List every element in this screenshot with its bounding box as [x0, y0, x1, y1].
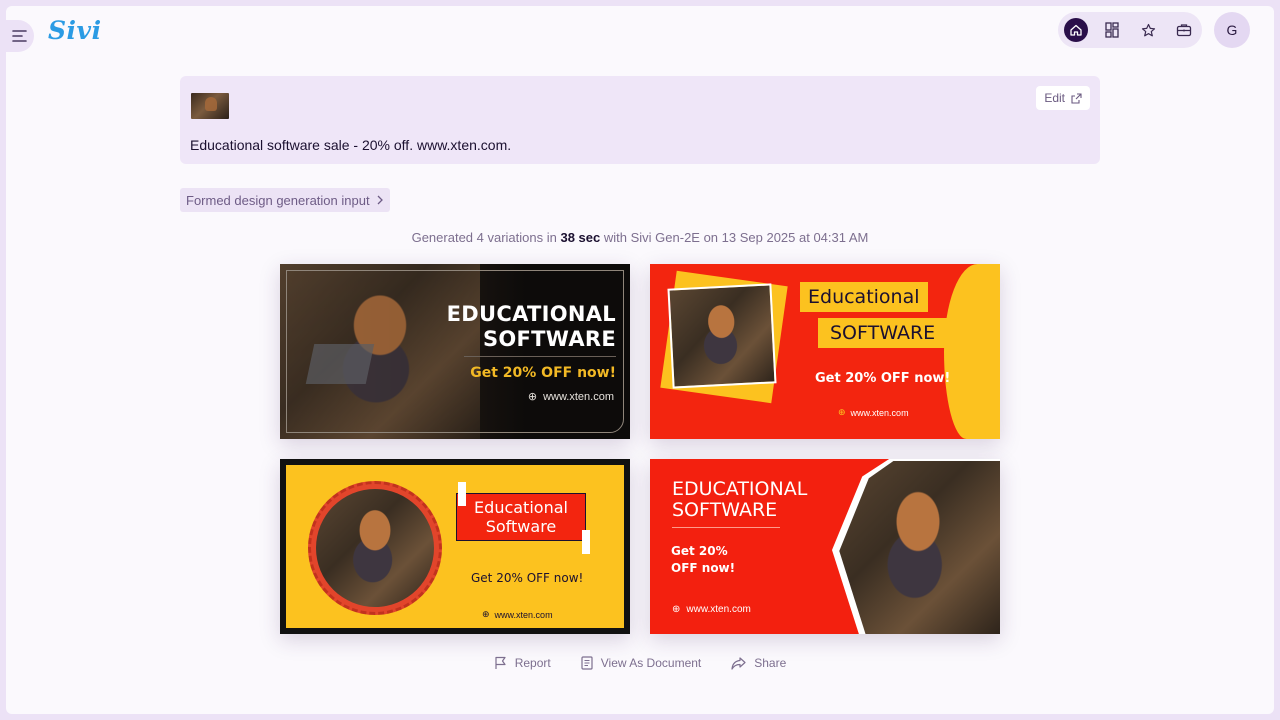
- banner-title-line1: EDUCATIONAL: [446, 302, 616, 326]
- menu-button[interactable]: [6, 20, 34, 52]
- prompt-card: Educational software sale - 20% off. www…: [180, 76, 1100, 164]
- globe-icon: ⊕: [838, 407, 846, 417]
- home-button[interactable]: [1064, 18, 1088, 42]
- design-variation-1[interactable]: EDUCATIONAL SOFTWARE Get 20% OFF now! ⊕ …: [280, 264, 630, 439]
- prompt-text: Educational software sale - 20% off. www…: [190, 137, 512, 153]
- edit-button[interactable]: Edit: [1036, 86, 1090, 110]
- banner-background: Educational Software Get 20% OFF now! ⊕ …: [286, 465, 624, 628]
- formed-input-label: Formed design generation input: [186, 192, 370, 208]
- banner-offer: Get 20% OFF now!: [671, 543, 735, 577]
- menu-icon: [12, 30, 27, 42]
- design-variation-2[interactable]: Educational SOFTWARE Get 20% OFF now! ⊕ …: [650, 264, 1000, 439]
- star-icon: [1141, 23, 1155, 36]
- external-link-icon: [1071, 92, 1082, 104]
- banner-accent-bar: [582, 530, 590, 554]
- templates-button[interactable]: [1100, 18, 1124, 42]
- share-icon: [731, 656, 746, 670]
- user-avatar[interactable]: G: [1214, 12, 1250, 48]
- banner-url: ⊕ www.xten.com: [672, 604, 751, 615]
- banner-url: ⊕ www.xten.com: [838, 407, 909, 418]
- brand-kit-button[interactable]: [1172, 18, 1196, 42]
- generation-prefix: Generated 4 variations in: [411, 230, 557, 245]
- banner-divider: [672, 527, 780, 528]
- grid-icon: [1105, 22, 1119, 38]
- top-nav: [1058, 12, 1202, 48]
- banner-title-line2: SOFTWARE: [672, 499, 778, 521]
- report-button[interactable]: Report: [494, 656, 551, 670]
- edit-label: Edit: [1044, 91, 1065, 105]
- banner-url-text: www.xten.com: [850, 407, 909, 418]
- view-as-document-button[interactable]: View As Document: [581, 656, 702, 670]
- app-logo[interactable]: Sivi: [48, 16, 102, 45]
- globe-icon: ⊕: [482, 609, 490, 619]
- home-icon: [1070, 24, 1082, 36]
- banner-title-line2: SOFTWARE: [818, 318, 948, 348]
- report-label: Report: [514, 656, 551, 670]
- banner-accent-bar: [458, 482, 466, 506]
- generation-suffix: with Sivi Gen-2E on 13 Sep 2025 at 04:31…: [603, 230, 869, 245]
- banner-title-line1: Educational: [800, 282, 928, 312]
- briefcase-icon: [1176, 24, 1192, 37]
- banner-offer: Get 20% OFF now!: [470, 365, 616, 381]
- globe-icon: ⊕: [527, 391, 538, 403]
- banner-photo: [316, 489, 434, 607]
- result-actions: Report View As Document Share: [6, 656, 1274, 670]
- share-label: Share: [754, 656, 787, 670]
- banner-offer: Get 20% OFF now!: [815, 371, 951, 386]
- generation-duration: 38 sec: [560, 230, 601, 245]
- banner-url: ⊕ www.xten.com: [482, 609, 553, 620]
- banner-divider: [464, 356, 616, 357]
- share-button[interactable]: Share: [731, 656, 786, 670]
- banner-url-text: www.xten.com: [543, 390, 614, 403]
- globe-icon: ⊕: [672, 604, 681, 615]
- banner-url-text: www.xten.com: [494, 609, 553, 620]
- banner-title: Educational Software: [456, 493, 586, 541]
- view-as-document-label: View As Document: [600, 656, 702, 670]
- prompt-image-thumbnail[interactable]: [191, 93, 229, 119]
- generation-info: Generated 4 variations in 38 sec with Si…: [6, 230, 1274, 245]
- banner-offer-line1: Get 20%: [671, 544, 728, 558]
- app-frame: Sivi G Educational software sale - 20% o…: [6, 6, 1274, 714]
- banner-offer-line2: OFF now!: [671, 561, 736, 575]
- banner-title-line1: Educational: [474, 498, 568, 517]
- banner-url-text: www.xten.com: [686, 604, 751, 615]
- design-variation-4[interactable]: EDUCATIONAL SOFTWARE Get 20% OFF now! ⊕ …: [650, 459, 1000, 634]
- banner-title: EDUCATIONAL SOFTWARE: [447, 302, 616, 352]
- banner-title-line2: SOFTWARE: [482, 327, 616, 351]
- banner-wave: [944, 264, 1000, 439]
- chevron-right-icon: [377, 195, 383, 205]
- banner-title-line2: Software: [485, 517, 557, 536]
- banner-title-line1: EDUCATIONAL: [672, 478, 808, 500]
- flag-icon: [495, 656, 506, 669]
- banner-photo: [667, 283, 777, 389]
- formed-input-toggle[interactable]: Formed design generation input: [180, 188, 390, 212]
- banner-url: ⊕ www.xten.com: [527, 390, 614, 404]
- design-variation-3[interactable]: Educational Software Get 20% OFF now! ⊕ …: [280, 459, 630, 634]
- document-icon: [581, 656, 593, 670]
- favorites-button[interactable]: [1136, 18, 1160, 42]
- banner-title: EDUCATIONAL SOFTWARE: [672, 479, 807, 521]
- banner-offer: Get 20% OFF now!: [471, 571, 584, 585]
